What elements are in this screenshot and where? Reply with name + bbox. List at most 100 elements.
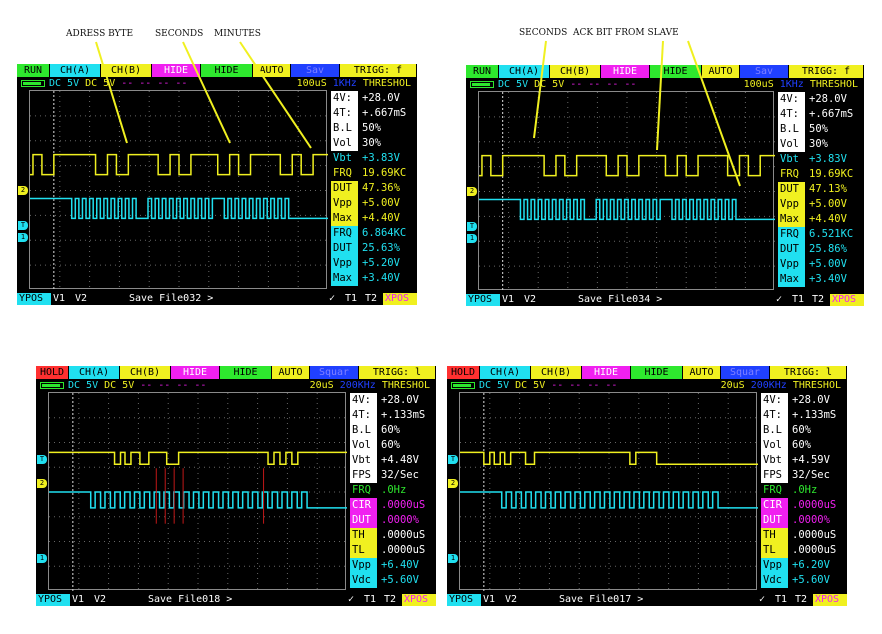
channel-b-marker[interactable]: 2	[37, 479, 47, 489]
trigger-marker[interactable]: T	[37, 455, 47, 465]
measurement-row[interactable]: DUT .0000%	[761, 513, 847, 528]
measurement-row[interactable]: Vpp +5.00V	[778, 197, 864, 212]
measurement-row[interactable]: Vbt +3.83V	[778, 152, 864, 167]
xpos-button[interactable]: XPOS	[383, 293, 417, 305]
measurement-row[interactable]: 4V: +28.0V	[761, 393, 847, 408]
measurement-row[interactable]: DUT 25.86%	[778, 242, 864, 257]
trigger-button[interactable]: TRIGG: f	[789, 65, 864, 78]
measurement-row[interactable]: DUT 47.13%	[778, 182, 864, 197]
measurement-row[interactable]: Vpp +6.40V	[350, 558, 436, 573]
channel-b-button[interactable]: CH(B)	[531, 366, 582, 379]
xpos-button[interactable]: XPOS	[402, 594, 436, 606]
channel-a-marker[interactable]: 1	[448, 554, 458, 564]
save-file-button[interactable]: Save File034 >	[544, 294, 774, 306]
measurement-row[interactable]: CIR .0000uS	[350, 498, 436, 513]
t1-button[interactable]: T1	[773, 594, 793, 606]
confirm-check-icon[interactable]: ✓	[757, 594, 773, 606]
measurement-row[interactable]: FRQ 19.69KC	[778, 167, 864, 182]
measurement-row[interactable]: 4T: +.667mS	[331, 106, 417, 121]
save-button[interactable]: Squar	[310, 366, 359, 379]
confirm-check-icon[interactable]: ✓	[327, 293, 343, 305]
hide-button-2[interactable]: HIDE	[650, 65, 702, 78]
measurement-row[interactable]: Vdc +5.60V	[761, 573, 847, 588]
channel-a-button[interactable]: CH(A)	[50, 64, 101, 77]
ypos-button[interactable]: YPOS	[36, 594, 70, 606]
channel-b-button[interactable]: CH(B)	[101, 64, 152, 77]
measurement-row[interactable]: Max +3.40V	[331, 271, 417, 286]
channel-b-marker[interactable]: 2	[18, 185, 28, 195]
channel-b-button[interactable]: CH(B)	[120, 366, 171, 379]
save-file-button[interactable]: Save File032 >	[95, 293, 327, 305]
channel-a-marker[interactable]: 1	[18, 233, 28, 243]
auto-button[interactable]: AUTO	[253, 64, 291, 77]
measurement-row[interactable]: Max +4.40V	[778, 212, 864, 227]
t1-button[interactable]: T1	[790, 294, 810, 306]
measurement-row[interactable]: FPS 32/Sec	[761, 468, 847, 483]
channel-b-button[interactable]: CH(B)	[550, 65, 601, 78]
measurement-row[interactable]: B.L 60%	[761, 423, 847, 438]
trigger-marker[interactable]: T	[467, 222, 477, 232]
v1-button[interactable]: V1	[51, 293, 73, 305]
trigger-marker[interactable]: T	[18, 221, 28, 231]
channel-b-marker[interactable]: 2	[448, 479, 458, 489]
xpos-button[interactable]: XPOS	[830, 294, 864, 306]
hide-button-2[interactable]: HIDE	[201, 64, 253, 77]
hide-button-1[interactable]: HIDE	[152, 64, 201, 77]
trigger-button[interactable]: TRIGG: l	[359, 366, 436, 379]
measurement-row[interactable]: 4T: +.667mS	[778, 107, 864, 122]
measurement-row[interactable]: Vol 30%	[331, 136, 417, 151]
measurement-row[interactable]: Vpp +5.00V	[331, 196, 417, 211]
v1-button[interactable]: V1	[70, 594, 92, 606]
measurement-row[interactable]: 4V: +28.0V	[778, 92, 864, 107]
auto-button[interactable]: AUTO	[683, 366, 721, 379]
mode-indicator[interactable]: HOLD	[36, 366, 69, 379]
measurement-row[interactable]: TH .0000uS	[761, 528, 847, 543]
v1-button[interactable]: V1	[500, 294, 522, 306]
measurement-row[interactable]: FRQ 6.864KC	[331, 226, 417, 241]
measurement-row[interactable]: 4V: +28.0V	[331, 91, 417, 106]
channel-a-button[interactable]: CH(A)	[499, 65, 550, 78]
t2-button[interactable]: T2	[793, 594, 813, 606]
measurement-row[interactable]: DUT .0000%	[350, 513, 436, 528]
measurement-row[interactable]: FRQ 19.69KC	[331, 166, 417, 181]
channel-a-marker[interactable]: 1	[467, 234, 477, 244]
measurement-row[interactable]: Vpp +5.00V	[778, 257, 864, 272]
measurement-row[interactable]: DUT 25.63%	[331, 241, 417, 256]
mode-indicator[interactable]: RUN	[17, 64, 50, 77]
hide-button-1[interactable]: HIDE	[582, 366, 631, 379]
measurement-row[interactable]: Vol 60%	[350, 438, 436, 453]
save-button[interactable]: Sav	[291, 64, 340, 77]
hide-button-1[interactable]: HIDE	[171, 366, 220, 379]
measurement-row[interactable]: DUT 47.36%	[331, 181, 417, 196]
ypos-button[interactable]: YPOS	[17, 293, 51, 305]
measurement-row[interactable]: B.L 50%	[331, 121, 417, 136]
measurement-row[interactable]: B.L 60%	[350, 423, 436, 438]
v1-button[interactable]: V1	[481, 594, 503, 606]
auto-button[interactable]: AUTO	[272, 366, 310, 379]
xpos-button[interactable]: XPOS	[813, 594, 847, 606]
measurement-row[interactable]: 4V: +28.0V	[350, 393, 436, 408]
hide-button-2[interactable]: HIDE	[631, 366, 683, 379]
measurement-row[interactable]: FRQ .0Hz	[761, 483, 847, 498]
hide-button-2[interactable]: HIDE	[220, 366, 272, 379]
measurement-row[interactable]: Vbt +4.48V	[350, 453, 436, 468]
measurement-row[interactable]: Max +4.40V	[331, 211, 417, 226]
channel-b-marker[interactable]: 2	[467, 186, 477, 196]
t1-button[interactable]: T1	[362, 594, 382, 606]
t2-button[interactable]: T2	[810, 294, 830, 306]
trigger-button[interactable]: TRIGG: f	[340, 64, 417, 77]
measurement-row[interactable]: TL .0000uS	[761, 543, 847, 558]
measurement-row[interactable]: TH .0000uS	[350, 528, 436, 543]
save-file-button[interactable]: Save File017 >	[525, 594, 757, 606]
measurement-row[interactable]: Vdc +5.60V	[350, 573, 436, 588]
measurement-row[interactable]: Vpp +5.20V	[331, 256, 417, 271]
v2-button[interactable]: V2	[92, 594, 114, 606]
ypos-button[interactable]: YPOS	[447, 594, 481, 606]
trigger-button[interactable]: TRIGG: l	[770, 366, 847, 379]
measurement-row[interactable]: FRQ 6.521KC	[778, 227, 864, 242]
channel-a-button[interactable]: CH(A)	[69, 366, 120, 379]
t2-button[interactable]: T2	[382, 594, 402, 606]
hide-button-1[interactable]: HIDE	[601, 65, 650, 78]
save-file-button[interactable]: Save File018 >	[114, 594, 346, 606]
measurement-row[interactable]: CIR .0000uS	[761, 498, 847, 513]
